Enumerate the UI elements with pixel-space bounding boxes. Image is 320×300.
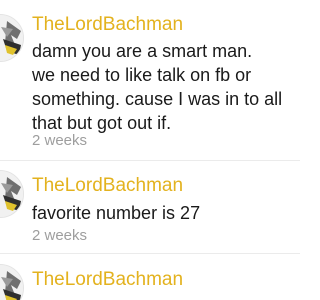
comment-username[interactable]: TheLordBachman bbox=[32, 174, 183, 198]
comment-timestamp: 2 weeks bbox=[32, 227, 88, 244]
comment-divider bbox=[0, 160, 300, 161]
comment-username[interactable]: TheLordBachman bbox=[32, 13, 183, 37]
comment-body: favorite number is 27 bbox=[32, 203, 201, 223]
comment-feed: TheLordBachman damn you are a smart man.… bbox=[0, 0, 300, 300]
user-avatar[interactable] bbox=[0, 14, 24, 62]
comment-body: damn you are a smart man. we need to lik… bbox=[32, 41, 283, 133]
comment-timestamp: 2 weeks bbox=[32, 132, 88, 149]
avatar-image-icon bbox=[0, 265, 23, 300]
comment-divider bbox=[0, 253, 300, 254]
comment-username[interactable]: TheLordBachman bbox=[32, 268, 183, 292]
avatar-image-icon bbox=[0, 15, 23, 61]
avatar-image-icon bbox=[0, 171, 23, 217]
user-avatar[interactable] bbox=[0, 264, 24, 300]
user-avatar[interactable] bbox=[0, 170, 24, 218]
